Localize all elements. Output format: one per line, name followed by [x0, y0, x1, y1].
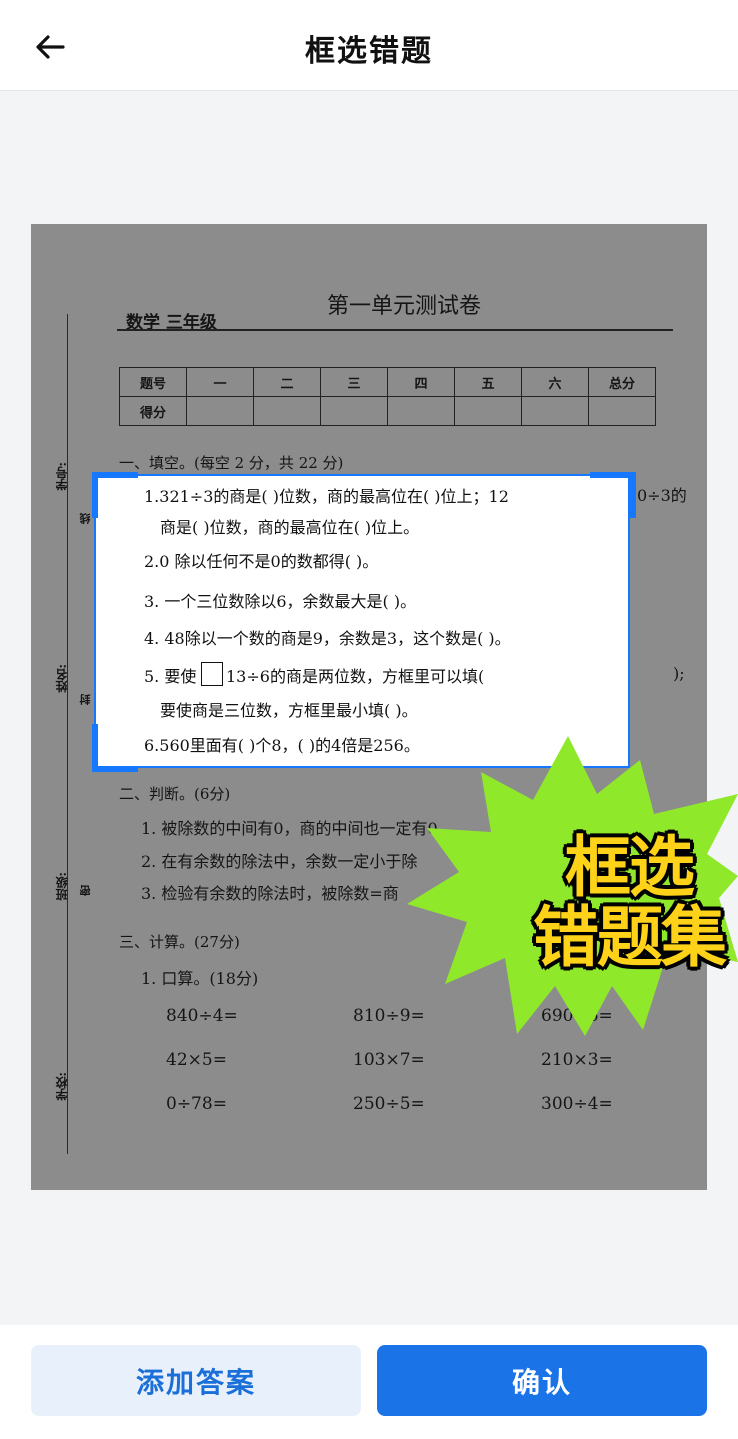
- paper-title: 第一单元测试卷: [327, 294, 482, 319]
- subsection-oral: 1. 口算。(18分): [141, 969, 259, 988]
- crop-handle-bottom-left[interactable]: [92, 766, 138, 772]
- crop-handle-top-right[interactable]: [590, 472, 636, 478]
- section-calc: 三、计算。(27分): [119, 933, 240, 951]
- calc-item: 0÷78=: [166, 1094, 227, 1114]
- selected-line: 6.560里面有( )个8，( )的4倍是256。: [144, 736, 420, 755]
- calc-item: 42×5=: [166, 1050, 227, 1070]
- score-cell: [521, 396, 589, 426]
- promo-text-line2: 错题集: [533, 899, 727, 976]
- crop-handle-bottom-left[interactable]: [92, 724, 98, 770]
- crop-handle-top-left[interactable]: [92, 472, 138, 478]
- score-cell: [387, 396, 455, 426]
- judge-item: 1. 被除数的中间有0，商的中间也一定有0: [141, 819, 438, 838]
- side-label-name: 姓名:: [55, 664, 69, 693]
- score-header-cell: 五: [454, 367, 522, 397]
- question-tail: );: [673, 664, 685, 683]
- score-cell: [454, 396, 522, 426]
- seal-char: 密: [79, 885, 92, 896]
- page-title: 框选错题: [305, 34, 433, 69]
- selection-box[interactable]: 1.321÷3的商是( )位数，商的最高位在( )位上；12 商是( )位数，商…: [94, 474, 630, 768]
- calc-item: 210×3=: [541, 1050, 613, 1070]
- side-label-school: 学校:: [55, 1072, 69, 1101]
- score-header-cell: 六: [521, 367, 589, 397]
- selected-line: 商是( )位数，商的最高位在( )位上。: [160, 518, 420, 537]
- score-header-cell: 二: [253, 367, 321, 397]
- promo-burst: 框选 错题集: [407, 736, 738, 1036]
- blank-square: [201, 662, 223, 686]
- score-cell: [186, 396, 254, 426]
- score-header-cell: 一: [186, 367, 254, 397]
- seal-char: 封: [79, 694, 92, 705]
- side-label-student-no: 学号:: [55, 462, 69, 491]
- selected-line: 2.0 除以任何不是0的数都得( )。: [144, 552, 379, 571]
- calc-item: 103×7=: [353, 1050, 425, 1070]
- question-tail: 0÷3的: [637, 486, 687, 505]
- score-row-label: 得分: [119, 396, 187, 426]
- header-rule: [117, 329, 673, 331]
- top-bar: 框选错题: [0, 0, 738, 91]
- calc-item: 250÷5=: [353, 1094, 425, 1114]
- score-cell: [588, 396, 656, 426]
- score-header-cell: 题号: [119, 367, 187, 397]
- score-table: 题号 一 二 三 四 五 六 总分 得分: [119, 367, 656, 426]
- score-cell: [320, 396, 388, 426]
- section-judge: 二、判断。(6分): [119, 785, 231, 803]
- confirm-button[interactable]: 确认: [377, 1345, 707, 1416]
- score-cell: [253, 396, 321, 426]
- selected-line: 13÷6的商是两位数，方框里可以填(: [226, 667, 485, 686]
- score-header-cell: 四: [387, 367, 455, 397]
- side-label-class: 班级:: [55, 872, 69, 901]
- section-fill-blank: 一、填空。(每空 2 分，共 22 分): [119, 454, 344, 472]
- selected-line: 4. 48除以一个数的商是9，余数是3，这个数是( )。: [144, 629, 511, 648]
- selected-line: 1.321÷3的商是( )位数，商的最高位在( )位上；12: [144, 487, 509, 506]
- judge-item: 3. 检验有余数的除法时，被除数=商: [141, 884, 399, 903]
- binding-line: [67, 314, 68, 1154]
- add-answer-button[interactable]: 添加答案: [31, 1345, 361, 1416]
- score-header-cell: 三: [320, 367, 388, 397]
- calc-item: 300÷4=: [541, 1094, 613, 1114]
- crop-handle-top-right[interactable]: [630, 472, 636, 518]
- judge-item: 2. 在有余数的除法中，余数一定小于除: [141, 852, 418, 871]
- score-header-cell: 总分: [588, 367, 656, 397]
- selected-line: 3. 一个三位数除以6，余数最大是( )。: [144, 592, 417, 611]
- selected-line: 5. 要使: [144, 667, 197, 686]
- selected-line: 要使商是三位数，方框里最小填( )。: [160, 701, 418, 720]
- crop-handle-top-left[interactable]: [92, 472, 98, 518]
- calc-item: 840÷4=: [166, 1006, 238, 1026]
